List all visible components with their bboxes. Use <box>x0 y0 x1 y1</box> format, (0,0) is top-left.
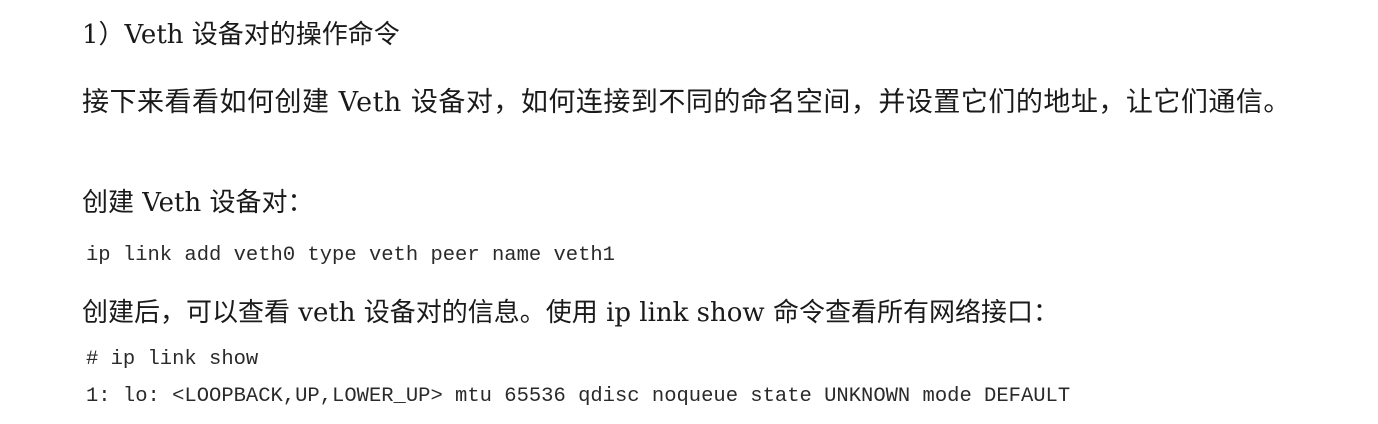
intro-paragraph: 接下来看看如何创建 Veth 设备对，如何连接到不同的命名空间，并设置它们的地址… <box>82 87 1291 118</box>
ip-link-show-output-line: 1: lo: <LOOPBACK,UP,LOWER_UP> mtu 65536 … <box>86 385 1071 408</box>
create-veth-label: 创建 Veth 设备对： <box>82 188 314 218</box>
section-heading: 1）Veth 设备对的操作命令 <box>82 20 400 50</box>
view-info-text: 创建后，可以查看 veth 设备对的信息。使用 ip link show 命令查… <box>82 298 1059 328</box>
ip-link-show-command: # ip link show <box>86 348 259 371</box>
create-veth-command: ip link add veth0 type veth peer name ve… <box>86 244 615 267</box>
document-page: 1）Veth 设备对的操作命令 接下来看看如何创建 Veth 设备对，如何连接到… <box>0 0 1378 424</box>
